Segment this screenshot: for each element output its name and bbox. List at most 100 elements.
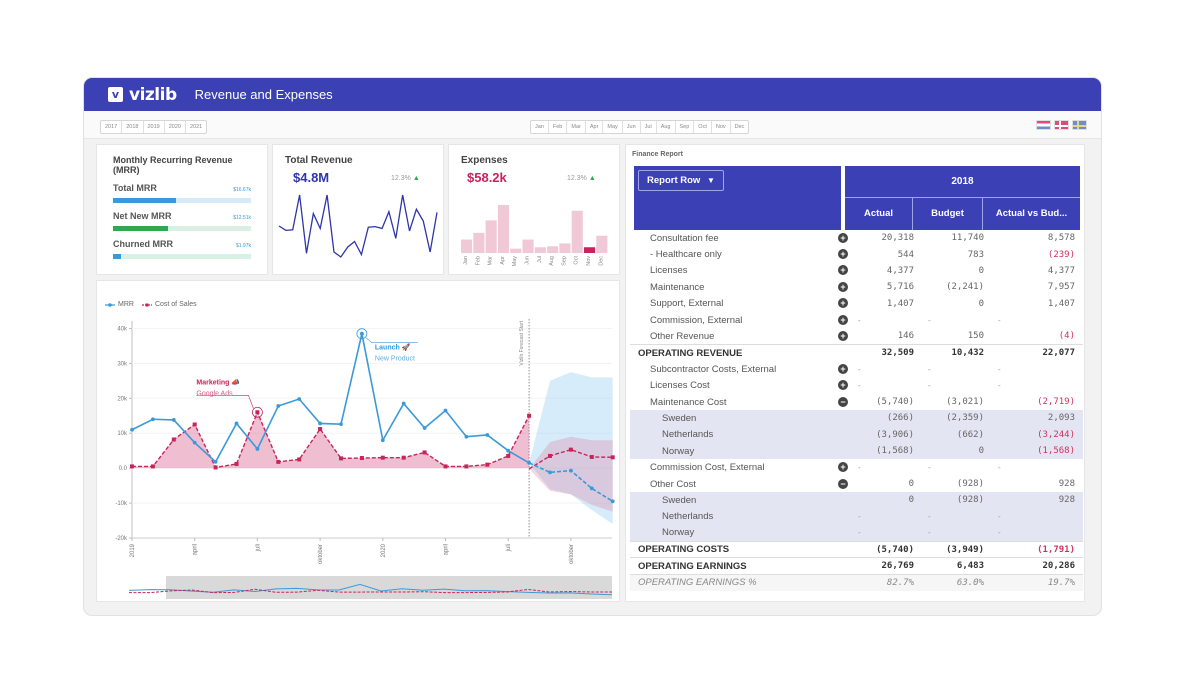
month-button[interactable]: Jun [623, 121, 641, 133]
row-label: OPERATING COSTS [630, 540, 834, 558]
x-tick-label: 2020 [381, 543, 387, 557]
cell-budget: (662) [922, 426, 992, 444]
finance-sub-row: Norway - - - [630, 525, 1083, 542]
column-header-variance[interactable]: Actual vs Bud... [983, 198, 1080, 230]
expand-icon[interactable]: + [838, 281, 848, 292]
row-label: Norway [630, 525, 834, 542]
cost-of-sales-point [171, 437, 176, 442]
finance-row[interactable]: - Healthcare only +544 783 (239) [630, 246, 1083, 262]
finance-row[interactable]: Commission Cost, External + - - - [630, 459, 1083, 475]
collapse-icon[interactable]: − [838, 478, 848, 489]
cell-actual: - [858, 463, 861, 473]
month-button[interactable]: Jan [531, 121, 549, 133]
mrr-point [548, 470, 552, 475]
year-button[interactable]: 2020 [165, 121, 186, 133]
column-header-budget[interactable]: Budget [913, 198, 983, 230]
month-button[interactable]: May [603, 121, 623, 133]
row-label: Sweden [630, 492, 834, 509]
month-button[interactable]: Sep [676, 121, 695, 133]
month-button[interactable]: Oct [694, 121, 712, 133]
finance-row[interactable]: Maintenance +5,716 (2,241) 7,957 [630, 279, 1083, 295]
mrr-metric-label: Churned MRR [113, 239, 173, 249]
cost-of-sales-point [527, 413, 532, 418]
x-tick-label: oktober [569, 544, 575, 564]
annotation-subtitle: Google Ads [196, 390, 233, 397]
revenue-sparkline-path [278, 194, 438, 258]
expand-icon[interactable]: + [838, 363, 848, 374]
cell-actual: - [858, 381, 861, 391]
flag-sweden-icon[interactable] [1072, 120, 1087, 130]
month-button[interactable]: Mar [567, 121, 586, 133]
finance-row[interactable]: Maintenance Cost − (5,740) (3,021) (2,719) [630, 394, 1083, 410]
expand-icon[interactable]: + [838, 462, 848, 473]
finance-row[interactable]: Consultation fee +20,318 11,740 8,578 [630, 230, 1083, 246]
cell-actual: 26,769 [852, 557, 922, 575]
expand-icon[interactable]: + [838, 330, 848, 341]
finance-row[interactable]: Other Revenue +146 150 (4) [630, 328, 1083, 344]
y-tick-label: 40k [117, 326, 128, 332]
mrr-point [318, 421, 322, 426]
year-button[interactable]: 2021 [186, 121, 206, 133]
collapse-icon[interactable]: − [838, 396, 848, 407]
row-label: Maintenance Cost [650, 396, 727, 408]
expand-icon[interactable]: + [838, 298, 848, 309]
month-button[interactable]: Dec [731, 121, 749, 133]
flag-denmark-icon[interactable] [1054, 120, 1069, 130]
report-row-dropdown[interactable]: Report Row ▼ [638, 170, 724, 191]
y-tick-label: 0.0 [119, 466, 128, 472]
year-button[interactable]: 2018 [122, 121, 144, 133]
title-bar: v vizlib Revenue and Expenses [84, 78, 1101, 111]
finance-row[interactable]: Licenses +4,377 0 4,377 [630, 263, 1083, 279]
expense-bar-label: Aug [549, 256, 555, 266]
year-button[interactable]: 2019 [144, 121, 165, 133]
expand-icon[interactable]: + [838, 380, 848, 391]
finance-row[interactable]: Commission, External + - - - [630, 312, 1083, 328]
cell-actual: (266) [852, 410, 922, 427]
cost-of-sales-point [130, 464, 134, 469]
cell-variance: (1,791) [992, 540, 1083, 558]
flag-netherlands-icon[interactable] [1036, 120, 1051, 130]
expand-icon[interactable]: + [838, 249, 848, 260]
cell-budget: - [922, 525, 992, 542]
finance-row[interactable]: Other Cost − 0 (928) 928 [630, 476, 1083, 492]
expense-bar [584, 247, 596, 253]
annotation-title: Launch 🚀 [375, 343, 411, 352]
report-row-label: Report Row [647, 175, 701, 186]
month-button[interactable]: Jul [641, 121, 657, 133]
finance-table: Consultation fee +20,318 11,740 8,578 - Heal… [630, 230, 1083, 591]
expand-icon[interactable]: + [838, 265, 848, 276]
cell-variance: (1,568) [992, 443, 1083, 460]
column-header-actual[interactable]: Actual [845, 198, 913, 230]
mrr-point [255, 447, 260, 451]
month-button[interactable]: Nov [712, 121, 731, 133]
month-button[interactable]: Aug [657, 121, 676, 133]
cell-actual: (5,740) [852, 540, 922, 558]
cost-of-sales-point [339, 456, 343, 461]
cell-budget: (3,021) [946, 397, 984, 408]
expand-icon[interactable]: + [838, 232, 848, 243]
x-tick-label: 2019 [130, 543, 136, 557]
cell-actual: 146 [897, 331, 914, 342]
row-label: Netherlands [630, 508, 834, 526]
cell-budget: 0 [978, 298, 984, 309]
x-tick-label: oktober [318, 544, 324, 564]
month-button[interactable]: Apr [586, 121, 604, 133]
mrr-metric-header: Total MRR $16.67k [113, 183, 251, 193]
cell-budget: 0 [978, 265, 984, 276]
finance-row[interactable]: Support, External +1,407 0 1,407 [630, 296, 1083, 312]
row-header-cell: Report Row ▼ [634, 166, 841, 230]
month-button[interactable]: Feb [549, 121, 568, 133]
row-label: Licenses Cost [650, 380, 710, 392]
expense-bar-label: Nov [586, 256, 592, 266]
cell-budget: 150 [967, 331, 984, 342]
toggle-cell [834, 492, 852, 509]
mrr-point [443, 408, 448, 413]
finance-row[interactable]: Subcontractor Costs, External + - - - [630, 361, 1083, 377]
mrr-point [192, 440, 197, 445]
mrr-metric-label: Net New MRR [113, 211, 172, 221]
y-tick-label: -20k [115, 536, 128, 542]
cell-variance: 8,578 [1047, 233, 1075, 244]
finance-row[interactable]: Licenses Cost + - - - [630, 378, 1083, 394]
expand-icon[interactable]: + [838, 314, 848, 325]
year-button[interactable]: 2017 [101, 121, 123, 133]
